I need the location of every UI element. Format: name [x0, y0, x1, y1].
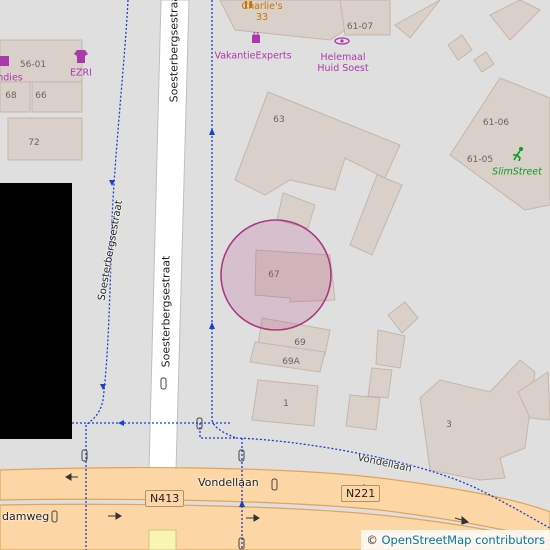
street-label-soesterbergsestraat-top: Soesterbergsestraat — [167, 0, 181, 103]
house-number: 61-06 — [482, 118, 510, 128]
building — [449, 77, 550, 211]
house-number: 68 — [5, 91, 17, 101]
route-shield-n221: N221 — [341, 485, 381, 502]
house-number: 3 — [446, 420, 452, 430]
street-label-soesterbergsestraat: Soesterbergsestraat — [159, 255, 173, 368]
street-label-damweg: damweg — [2, 510, 50, 523]
building — [375, 329, 406, 369]
house-number: 61-07 — [346, 22, 374, 32]
building — [387, 301, 419, 334]
copyright-symbol: © — [366, 533, 378, 547]
building — [419, 359, 536, 481]
house-number: 61-05 — [466, 155, 494, 165]
house-number: 56-01 — [19, 60, 47, 70]
house-number: 63 — [273, 115, 285, 125]
house-number: 69A — [282, 357, 300, 367]
black-area — [0, 183, 72, 439]
house-number: 1 — [283, 399, 289, 409]
beauty-eye-icon — [334, 37, 350, 45]
poi-ezri[interactable]: EZRI — [70, 68, 92, 79]
map-canvas[interactable]: Soesterbergsestraat Soesterbergsestraat … — [0, 0, 550, 550]
route-shield-n413: N413 — [145, 490, 185, 507]
poi-label: Helemaal — [320, 52, 366, 63]
fastfood-icon — [245, 1, 252, 8]
map-attribution: © OpenStreetMap contributors — [361, 530, 550, 550]
house-number: 69 — [294, 338, 306, 348]
osm-contributors-link[interactable]: OpenStreetMap contributors — [381, 533, 545, 547]
building — [489, 0, 541, 41]
poi-label: Huid Soest — [317, 63, 369, 74]
running-icon — [513, 147, 523, 161]
street-label-vondellaan: Vondellaan — [198, 476, 259, 489]
shop-icon — [0, 56, 9, 66]
luggage-icon — [252, 32, 260, 43]
building — [447, 34, 473, 61]
building — [349, 174, 403, 256]
poi-label: 33 — [255, 12, 269, 23]
shirt-icon — [74, 50, 88, 63]
poi-helemaal-huid-soest[interactable]: Helemaal Huid Soest — [317, 52, 368, 74]
building — [473, 51, 495, 73]
house-number: 66 — [35, 91, 47, 101]
building — [7, 117, 83, 161]
poi-andies[interactable]: ndies — [0, 73, 23, 84]
poi-vakantie-experts[interactable]: VakantieExperts — [214, 51, 291, 62]
building — [394, 0, 441, 39]
building — [345, 394, 381, 431]
poi-slimstreet[interactable]: SlimStreet — [492, 167, 542, 178]
building — [367, 367, 393, 399]
house-number: 67 — [268, 270, 280, 280]
house-number: 72 — [28, 138, 40, 148]
